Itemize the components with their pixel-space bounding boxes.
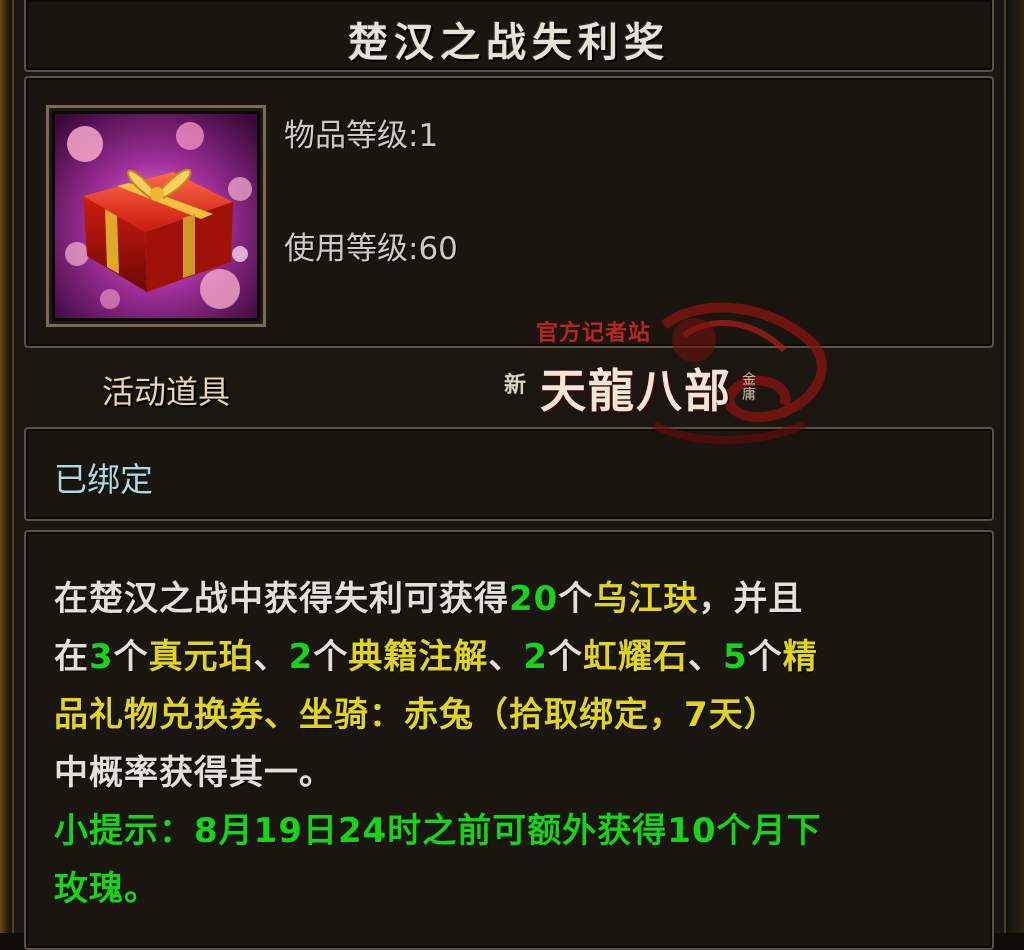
description-segment: 3 — [89, 637, 114, 677]
description-line-4: 中概率获得其一。 — [54, 744, 1004, 802]
use-level-label: 使用等级 — [284, 231, 408, 267]
watermark-prefix: 新 — [504, 373, 527, 398]
description-segment: 5 — [723, 637, 748, 677]
description-segment: 个 — [558, 579, 594, 619]
item-level-label: 物品等级 — [284, 118, 408, 154]
description-segment: 典籍注解 — [348, 637, 489, 677]
tip-line-1: 小提示：8月19日24时之前可额外获得10个月下 — [54, 811, 822, 851]
description-segment: 中概率获得其一。 — [54, 753, 334, 793]
description-segment: 20 — [509, 579, 559, 619]
description-segment: 精 — [782, 637, 818, 677]
item-type: 活动道具 — [102, 373, 231, 411]
description-segment: 、 — [253, 637, 289, 677]
left-edge-background — [0, 0, 12, 933]
item-description: 在楚汉之战中获得失利可获得20个乌江玦，并且 在3个真元珀、2个典籍注解、2个虹… — [54, 570, 1004, 918]
description-segment: 在楚汉之战中获得失利可获得 — [54, 579, 509, 619]
description-segment: 、 — [688, 637, 724, 677]
description-line-2: 在3个真元珀、2个典籍注解、2个虹耀石、5个精 — [54, 628, 1004, 686]
tip-line-2: 玫瑰。 — [54, 869, 159, 909]
description-segment: 在 — [54, 637, 89, 677]
title-section: 楚汉之战失利奖 — [24, 0, 994, 72]
bind-section: 已绑定 — [24, 427, 994, 521]
description-segment: 2 — [523, 637, 549, 677]
description-segment: 个 — [747, 637, 783, 677]
description-segment: 2 — [288, 637, 314, 677]
gift-box-icon — [55, 114, 257, 318]
description-line-3: 品礼物兑换券、坐骑：赤兔（拾取绑定，7天） — [54, 686, 1004, 744]
item-title: 楚汉之战失利奖 — [348, 20, 670, 66]
description-segment: 个 — [113, 637, 149, 677]
description-segment: 、 — [488, 637, 524, 677]
description-segment: 真元珀 — [148, 637, 254, 677]
item-level-value: 1 — [418, 118, 439, 154]
description-segment: 品礼物兑换券、坐骑：赤兔（拾取绑定，7天） — [54, 695, 779, 735]
item-level: 物品等级:1 — [284, 118, 439, 154]
description-segment: 个 — [313, 637, 349, 677]
watermark-suffix: 金庸 — [742, 372, 756, 403]
use-level: 使用等级:60 — [284, 231, 458, 267]
description-segment: ，并且 — [698, 579, 804, 619]
item-icon-frame[interactable] — [46, 105, 266, 327]
right-edge-background — [1006, 0, 1024, 933]
description-section: 在楚汉之战中获得失利可获得20个乌江玦，并且 在3个真元珀、2个典籍注解、2个虹… — [24, 530, 994, 950]
description-line-1: 在楚汉之战中获得失利可获得20个乌江玦，并且 — [54, 570, 1004, 628]
bind-status: 已绑定 — [54, 460, 153, 499]
use-level-value: 60 — [418, 231, 458, 267]
description-segment: 乌江玦 — [593, 579, 699, 619]
description-segment: 个 — [548, 637, 584, 677]
info-section: 物品等级:1 使用等级:60 — [24, 76, 994, 348]
item-tooltip: 楚汉之战失利奖 物品等级:1 使用等级:60 活动道具 已绑定 在楚汉之战中获得… — [12, 0, 1006, 950]
description-segment: 虹耀石 — [583, 637, 689, 677]
watermark-main-text: 天龍八部 — [540, 364, 732, 418]
